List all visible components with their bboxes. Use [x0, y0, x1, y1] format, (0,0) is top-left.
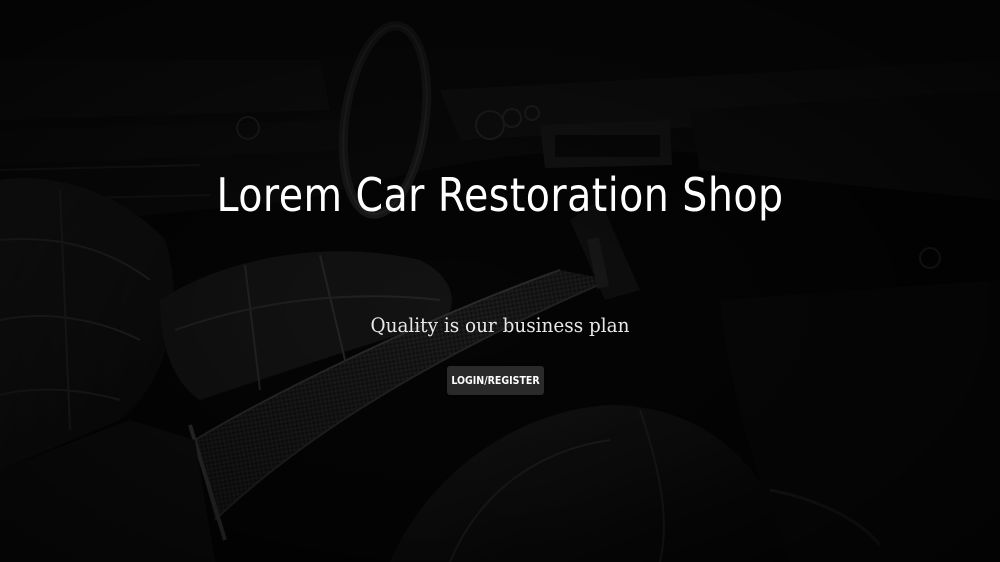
car-interior-background-image [0, 0, 1000, 562]
hero-section: Lorem Car Restoration Shop Quality is ou… [0, 0, 1000, 562]
login-register-button[interactable]: LOGIN/REGISTER [447, 366, 544, 395]
tagline: Quality is our business plan [370, 313, 630, 337]
page-title: Lorem Car Restoration Shop [216, 168, 784, 222]
